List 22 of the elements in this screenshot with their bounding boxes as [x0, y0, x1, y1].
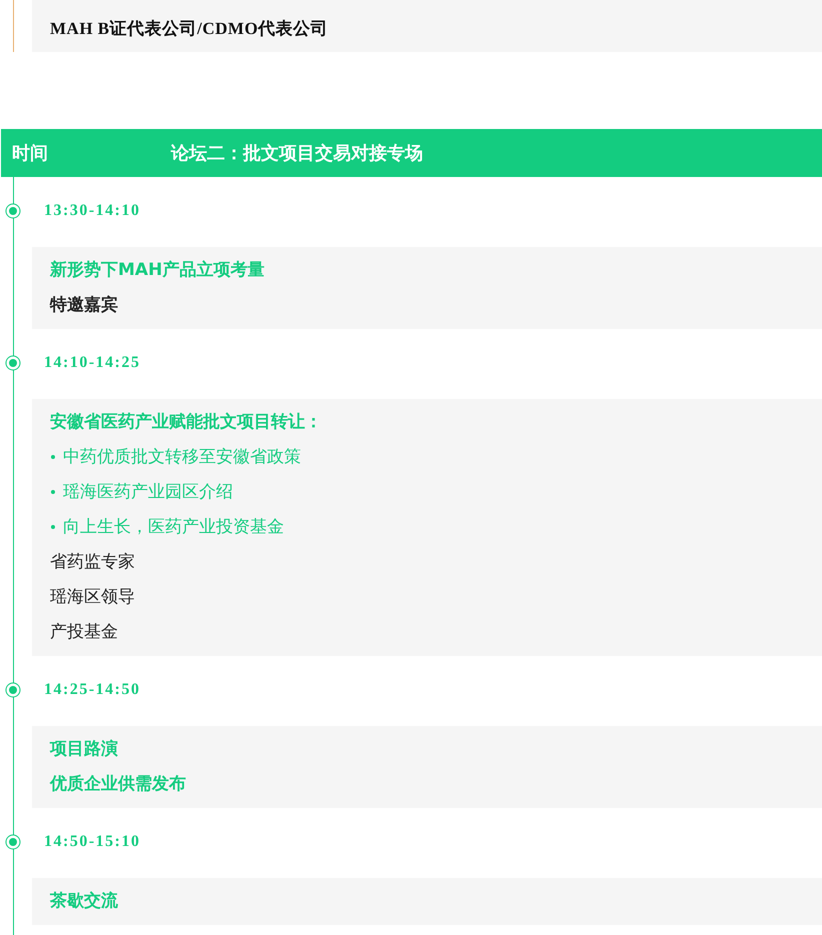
time-heading: 时间: [11, 142, 49, 165]
agenda-item: 中药优质批文转移至安徽省政策: [63, 447, 301, 467]
speaker-text: 省药监专家: [50, 551, 136, 574]
session-title: 项目路演: [50, 738, 119, 761]
agenda-item: 瑶海医药产业园区介绍: [63, 482, 233, 502]
bullet-icon: [51, 490, 55, 494]
bullet-icon: [51, 525, 55, 530]
forum-title: 论坛二：批文项目交易对接专场: [171, 142, 423, 165]
time-range: 14:50-15:10: [44, 833, 140, 852]
bullet-icon: [51, 455, 55, 460]
time-range: 14:10-14:25: [44, 354, 140, 373]
speaker-text: 瑶海区领导: [50, 586, 136, 609]
session-title: 优质企业供需发布: [50, 773, 187, 796]
agenda-item: 向上生长，医药产业投资基金: [63, 517, 284, 537]
session-title: MAH B证代表公司/CDMO代表公司: [50, 18, 328, 40]
session-title: 安徽省医药产业赋能批文项目转让：: [50, 411, 323, 434]
time-range: 13:30-14:10: [44, 202, 140, 221]
session-title: 茶歇交流: [50, 890, 119, 913]
speaker-text: 特邀嘉宾: [50, 294, 119, 317]
session-title: 新形势下MAH产品立项考量: [50, 259, 266, 282]
speaker-text: 产投基金: [50, 621, 119, 644]
time-range: 14:25-14:50: [44, 681, 140, 700]
